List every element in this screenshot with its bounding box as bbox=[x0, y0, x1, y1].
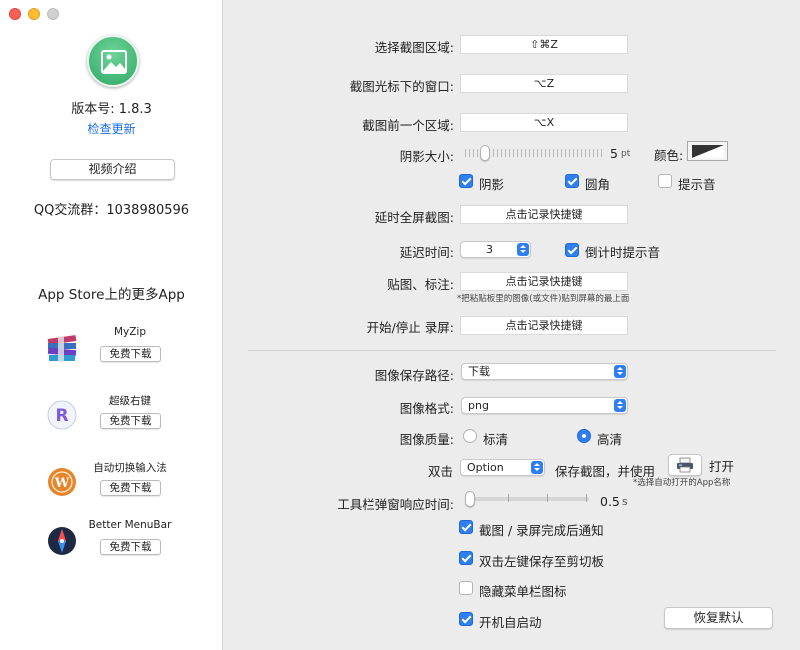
window-under-cursor-shortcut-field[interactable]: ⌥Z bbox=[460, 74, 628, 93]
restore-defaults-button[interactable]: 恢复默认 bbox=[664, 607, 773, 629]
shadow-size-unit: pt bbox=[621, 149, 631, 159]
shadow-size-slider-handle[interactable] bbox=[479, 145, 490, 161]
double-click-label: 双击 bbox=[428, 464, 454, 479]
pin-annotate-label: 贴图、标注: bbox=[387, 277, 454, 292]
qq-group-label: QQ交流群：1038980596 bbox=[33, 203, 190, 218]
launch-at-login-label: 开机自启动 bbox=[479, 615, 542, 630]
slider-tick bbox=[586, 494, 587, 502]
rounded-corner-label: 圆角 bbox=[585, 177, 611, 192]
toolbar-delay-label: 工具栏弹窗响应时间: bbox=[337, 497, 454, 512]
zoom-window-button[interactable] bbox=[47, 8, 59, 20]
chevron-updown-icon bbox=[614, 365, 626, 378]
shadow-color-swatch[interactable] bbox=[687, 141, 728, 161]
record-shortcut-field[interactable]: 点击记录快捷键 bbox=[460, 316, 628, 335]
record-label: 开始/停止 录屏: bbox=[366, 320, 454, 335]
delayed-fullscreen-shortcut-field[interactable]: 点击记录快捷键 bbox=[460, 205, 628, 224]
quality-standard-label: 标清 bbox=[483, 432, 509, 447]
version-label: 版本号: 1.8.3 bbox=[71, 102, 152, 117]
notify-done-label: 截图 / 录屏完成后通知 bbox=[479, 523, 604, 538]
save-path-value: 下载 bbox=[468, 365, 490, 378]
save-path-label: 图像保存路径: bbox=[374, 368, 454, 383]
chevron-updown-icon bbox=[531, 461, 543, 474]
toolbar-delay-value: 0.5 bbox=[600, 494, 620, 509]
double-click-modifier-value: Option bbox=[467, 461, 504, 474]
previous-area-shortcut-field[interactable]: ⌥X bbox=[460, 113, 628, 132]
shadow-checkbox[interactable] bbox=[459, 174, 473, 188]
hide-menubar-label: 隐藏菜单栏图标 bbox=[479, 584, 567, 599]
app-item-myzip: MyZip 免费下载 bbox=[0, 326, 223, 366]
image-format-label: 图像格式: bbox=[399, 401, 454, 416]
more-apps-title: App Store上的更多App bbox=[38, 287, 185, 303]
compass-icon bbox=[46, 525, 78, 557]
delay-time-value: 3 bbox=[486, 243, 493, 256]
countdown-sound-checkbox[interactable] bbox=[565, 243, 579, 257]
app-name: 自动切换输入法 bbox=[93, 462, 167, 474]
chevron-updown-icon bbox=[517, 243, 529, 256]
svg-text:R: R bbox=[55, 406, 68, 426]
sound-checkbox[interactable] bbox=[658, 174, 672, 188]
printer-icon bbox=[677, 457, 693, 473]
delayed-fullscreen-label: 延时全屏截图: bbox=[374, 210, 454, 225]
open-label: 打开 bbox=[709, 459, 735, 474]
app-logo-icon bbox=[87, 35, 139, 87]
app-item-auto-input-switch: W 自动切换输入法 免费下载 bbox=[0, 460, 223, 500]
rounded-corner-checkbox[interactable] bbox=[565, 174, 579, 188]
app-item-better-menubar: Better MenuBar 免费下载 bbox=[0, 519, 223, 559]
close-window-button[interactable] bbox=[9, 8, 21, 20]
video-intro-button[interactable]: 视频介绍 bbox=[50, 159, 175, 180]
sound-label: 提示音 bbox=[678, 177, 716, 192]
quality-high-label: 高清 bbox=[597, 432, 623, 447]
save-path-select[interactable]: 下载 bbox=[461, 363, 628, 380]
section-divider bbox=[248, 350, 776, 351]
image-format-value: png bbox=[468, 399, 489, 412]
slider-tick bbox=[547, 494, 548, 502]
free-download-button[interactable]: 免费下载 bbox=[100, 539, 161, 555]
check-update-link[interactable]: 检查更新 bbox=[0, 120, 223, 137]
chevron-updown-icon bbox=[614, 399, 626, 412]
app-item-super-right-click: R 超级右键 免费下载 bbox=[0, 393, 223, 433]
delay-time-select[interactable]: 3 bbox=[460, 241, 531, 258]
letter-r-icon: R bbox=[46, 399, 78, 431]
svg-text:W: W bbox=[54, 476, 70, 491]
delay-time-label: 延迟时间: bbox=[399, 245, 454, 260]
launch-at-login-checkbox[interactable] bbox=[459, 612, 473, 626]
image-quality-label: 图像质量: bbox=[399, 432, 454, 447]
quality-standard-radio[interactable] bbox=[463, 429, 477, 443]
double-click-note: *选择自动打开的App名称 bbox=[633, 478, 731, 488]
previous-area-label: 截图前一个区域: bbox=[362, 118, 454, 133]
pin-annotate-shortcut-field[interactable]: 点击记录快捷键 bbox=[460, 272, 628, 291]
double-left-clipboard-label: 双击左键保存至剪切板 bbox=[479, 554, 605, 569]
free-download-button[interactable]: 免费下载 bbox=[100, 480, 161, 496]
image-format-select[interactable]: png bbox=[461, 397, 628, 414]
notify-done-checkbox[interactable] bbox=[459, 520, 473, 534]
toolbar-delay-slider-track bbox=[465, 497, 589, 501]
app-name: Better MenuBar bbox=[88, 519, 172, 531]
free-download-button[interactable]: 免费下载 bbox=[100, 346, 161, 362]
select-area-label: 选择截图区域: bbox=[374, 40, 454, 55]
books-stack-icon bbox=[46, 332, 78, 364]
app-name: MyZip bbox=[113, 326, 147, 338]
free-download-button[interactable]: 免费下载 bbox=[100, 413, 161, 429]
window-under-cursor-label: 截图光标下的窗口: bbox=[349, 79, 454, 94]
double-click-modifier-select[interactable]: Option bbox=[460, 459, 545, 476]
select-area-shortcut-field[interactable]: ⇧⌘Z bbox=[460, 35, 628, 54]
toolbar-delay-unit: s bbox=[622, 495, 628, 508]
app-name: 超级右键 bbox=[109, 395, 151, 407]
choose-app-button[interactable] bbox=[668, 454, 702, 476]
shadow-size-label: 阴影大小: bbox=[399, 149, 454, 164]
slider-tick bbox=[508, 494, 509, 502]
pin-annotate-note: *把粘贴板里的图像(或文件)贴到屏幕的最上面 bbox=[457, 294, 630, 304]
color-label: 颜色: bbox=[654, 148, 684, 163]
toolbar-delay-slider-handle[interactable] bbox=[465, 491, 475, 507]
shadow-checkbox-label: 阴影 bbox=[479, 177, 505, 192]
minimize-window-button[interactable] bbox=[28, 8, 40, 20]
letter-w-icon: W bbox=[46, 466, 78, 498]
hide-menubar-checkbox[interactable] bbox=[459, 581, 473, 595]
double-left-clipboard-checkbox[interactable] bbox=[459, 551, 473, 565]
shadow-size-value: 5 bbox=[610, 146, 618, 161]
countdown-sound-label: 倒计时提示音 bbox=[585, 245, 661, 260]
quality-high-radio[interactable] bbox=[577, 429, 591, 443]
sidebar: 版本号: 1.8.3 检查更新 视频介绍 QQ交流群：1038980596 Ap… bbox=[0, 0, 223, 650]
